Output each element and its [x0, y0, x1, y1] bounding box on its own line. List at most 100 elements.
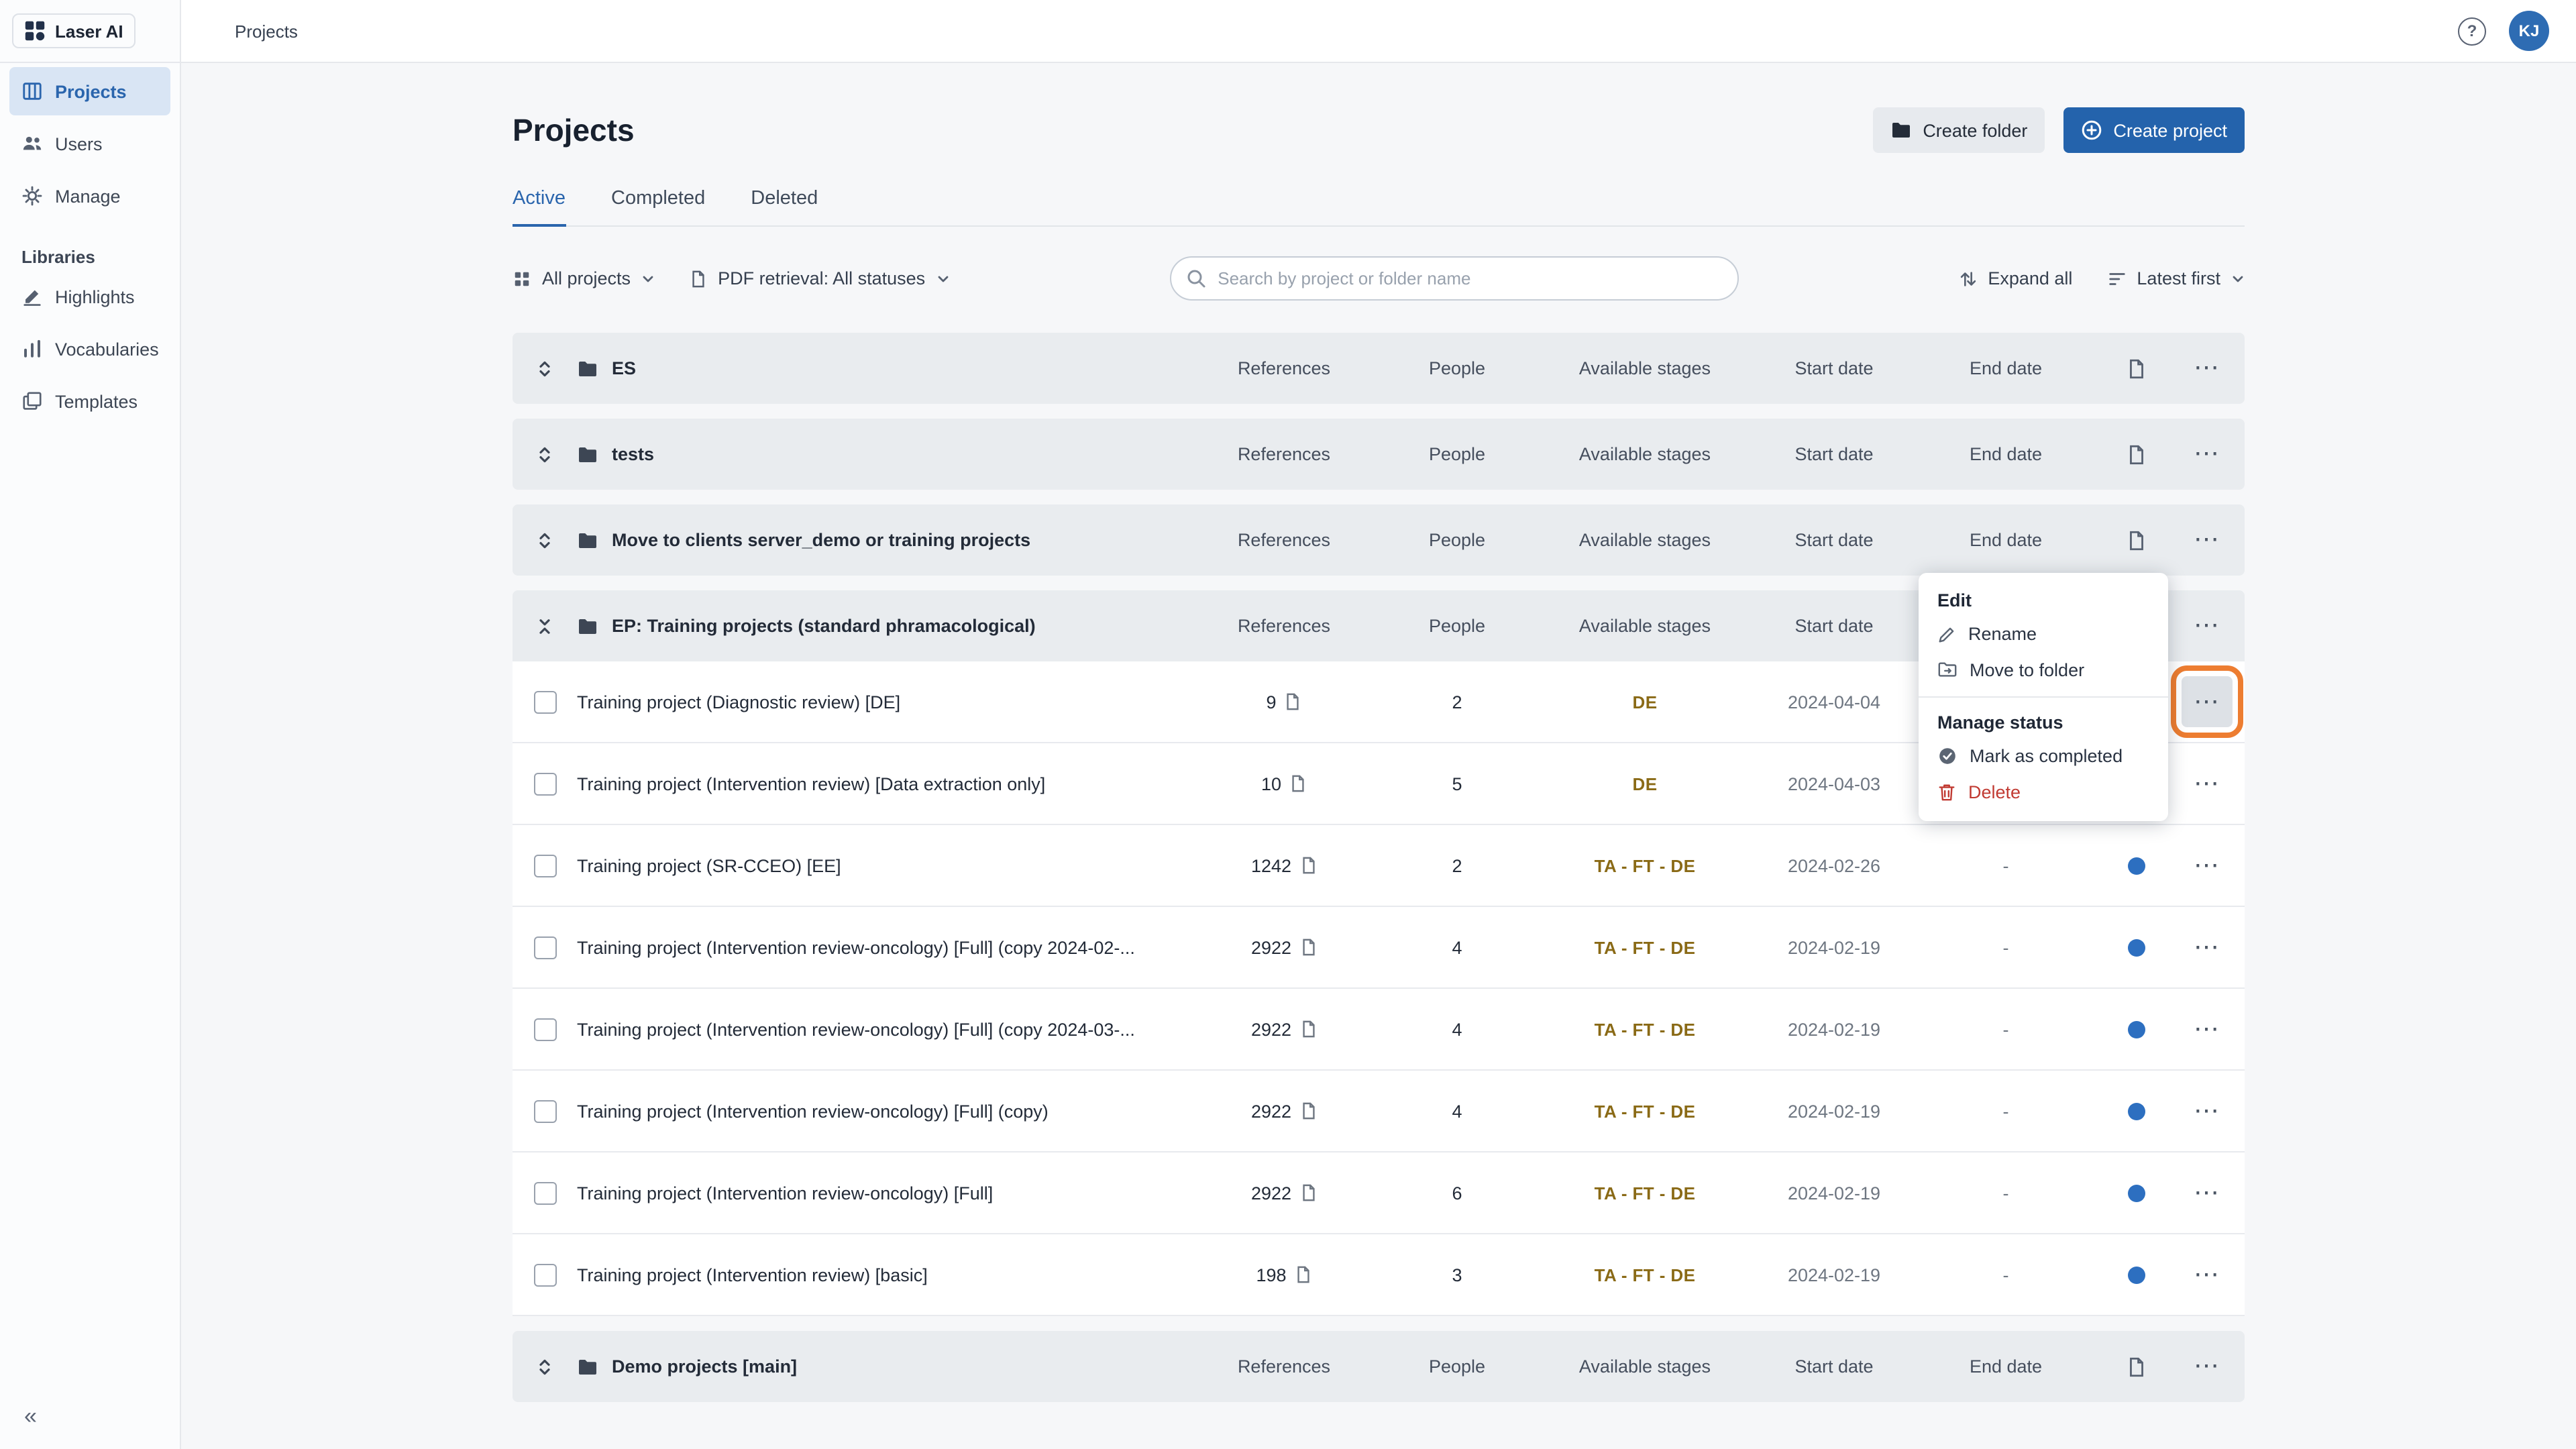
folder-row[interactable]: tests References People Available stages… [513, 419, 2245, 490]
menu-item-delete[interactable]: Delete [1919, 774, 2168, 810]
menu-item-move-to-folder[interactable]: Move to folder [1919, 652, 2168, 688]
logo-area: Laser AI [0, 0, 180, 63]
project-name[interactable]: Training project (Intervention review-on… [577, 937, 1183, 957]
row-checkbox[interactable] [533, 1263, 556, 1286]
folder-menu-button[interactable]: ⋯ [2181, 429, 2232, 480]
project-name[interactable]: Training project (Intervention review-on… [577, 1019, 1183, 1039]
swap-vertical-icon [1958, 269, 1977, 288]
project-menu-button[interactable]: ⋯ [2181, 1004, 2232, 1055]
sidebar-item-highlights[interactable]: Highlights [9, 272, 170, 321]
people-count: 3 [1452, 1265, 1462, 1285]
project-menu-button[interactable]: ⋯ [2181, 1249, 2232, 1300]
project-menu-button[interactable]: ⋯ [2181, 1167, 2232, 1218]
create-project-label: Create project [2113, 120, 2227, 140]
available-stages: TA - FT - DE [1594, 855, 1696, 875]
sidebar-collapse-button[interactable]: « [16, 1398, 45, 1436]
row-checkbox[interactable] [533, 936, 556, 959]
tab-completed[interactable]: Completed [611, 188, 705, 225]
project-name[interactable]: Training project (Intervention review-on… [577, 1101, 1183, 1121]
expander-icon[interactable] [513, 358, 577, 379]
workspace-switcher[interactable]: Laser AI [12, 13, 136, 48]
sort-label: Latest first [2137, 268, 2220, 288]
row-checkbox[interactable] [533, 854, 556, 877]
project-name[interactable]: Training project (Intervention review) [… [577, 1265, 1183, 1285]
start-date: 2024-02-19 [1787, 937, 1881, 957]
users-icon [21, 133, 43, 154]
sidebar-item-users[interactable]: Users [9, 119, 170, 168]
row-checkbox[interactable] [533, 1018, 556, 1040]
folder-menu-button[interactable]: ⋯ [2181, 1341, 2232, 1392]
project-menu-button[interactable]: ⋯ [2181, 1085, 2232, 1136]
expand-all-button[interactable]: Expand all [1958, 268, 2072, 288]
row-checkbox[interactable] [533, 690, 556, 713]
file-icon [2104, 443, 2168, 465]
project-menu-button[interactable]: ⋯ [2181, 758, 2232, 809]
sidebar-item-projects[interactable]: Projects [9, 67, 170, 115]
create-project-button[interactable]: Create project [2063, 107, 2245, 153]
tab-active[interactable]: Active [513, 188, 566, 227]
expander-icon[interactable] [513, 529, 577, 551]
column-header-stages: Available stages [1578, 530, 1711, 550]
expander-icon[interactable] [513, 1356, 577, 1377]
column-header-people: People [1428, 616, 1486, 636]
sidebar-item-label: Highlights [55, 286, 135, 307]
available-stages: TA - FT - DE [1594, 1101, 1696, 1121]
folder-menu-button[interactable]: ⋯ [2181, 343, 2232, 394]
avatar[interactable]: KJ [2509, 11, 2549, 51]
column-header-stages: Available stages [1578, 616, 1711, 636]
menu-item-mark-completed[interactable]: Mark as completed [1919, 738, 2168, 774]
folder-menu-button[interactable]: ⋯ [2181, 600, 2232, 651]
expander-icon[interactable] [513, 615, 577, 637]
file-icon [1289, 774, 1307, 793]
projects-table: ES References People Available stages St… [513, 333, 2245, 1402]
sidebar-item-manage[interactable]: Manage [9, 172, 170, 220]
file-icon [1299, 1020, 1317, 1038]
available-stages: TA - FT - DE [1594, 1019, 1696, 1039]
folder-row[interactable]: Demo projects [main] References People A… [513, 1331, 2245, 1402]
status-dot [2127, 1020, 2145, 1038]
references-count: 10 [1260, 773, 1282, 794]
row-checkbox[interactable] [533, 1181, 556, 1204]
main-area: Projects Create folder Create project Ac… [181, 63, 2576, 1449]
people-count: 5 [1452, 773, 1462, 794]
help-icon[interactable]: ? [2458, 17, 2486, 45]
project-name[interactable]: Training project (Intervention review) [… [577, 773, 1183, 794]
create-folder-button[interactable]: Create folder [1873, 107, 2045, 153]
pdf-filter-dropdown[interactable]: PDF retrieval: All statuses [690, 268, 949, 288]
folder-row[interactable]: Move to clients server_demo or training … [513, 504, 2245, 576]
project-name[interactable]: Training project (Intervention review-on… [577, 1183, 1183, 1203]
projects-filter-dropdown[interactable]: All projects [513, 268, 655, 288]
file-icon [1295, 1265, 1312, 1284]
menu-item-rename[interactable]: Rename [1919, 616, 2168, 652]
project-menu-button[interactable]: ⋯ [2181, 840, 2232, 891]
project-menu-button[interactable]: ⋯ [2181, 922, 2232, 973]
references-count: 198 [1256, 1265, 1287, 1285]
sort-dropdown[interactable]: Latest first [2107, 268, 2245, 288]
column-header-start-date: Start date [1794, 358, 1874, 378]
bar-chart-icon [21, 338, 43, 360]
expander-icon[interactable] [513, 443, 577, 465]
folder-row[interactable]: ES References People Available stages St… [513, 333, 2245, 404]
search-box [1169, 256, 1739, 301]
project-row: Training project (SR-CCEO) [EE] 1242 2 T… [513, 825, 2245, 907]
project-name[interactable]: Training project (SR-CCEO) [EE] [577, 855, 1183, 875]
status-dot [2127, 938, 2145, 956]
breadcrumb[interactable]: Projects [235, 21, 298, 41]
sidebar-item-templates[interactable]: Templates [9, 377, 170, 425]
file-icon [1299, 856, 1317, 875]
row-checkbox[interactable] [533, 1099, 556, 1122]
row-checkbox[interactable] [533, 772, 556, 795]
available-stages: DE [1632, 692, 1658, 712]
status-dot [2127, 1102, 2145, 1120]
tab-deleted[interactable]: Deleted [751, 188, 818, 225]
project-menu-button[interactable]: ⋯ [2170, 665, 2243, 738]
people-count: 4 [1452, 1101, 1462, 1121]
search-input[interactable] [1169, 256, 1739, 301]
file-icon [1299, 1102, 1317, 1120]
column-header-start-date: Start date [1794, 616, 1874, 636]
project-name[interactable]: Training project (Diagnostic review) [DE… [577, 692, 1183, 712]
folder-menu-button[interactable]: ⋯ [2181, 515, 2232, 566]
project-row: Training project (Intervention review-on… [513, 989, 2245, 1071]
plus-circle-icon [2081, 119, 2102, 141]
sidebar-item-vocabularies[interactable]: Vocabularies [9, 325, 170, 373]
